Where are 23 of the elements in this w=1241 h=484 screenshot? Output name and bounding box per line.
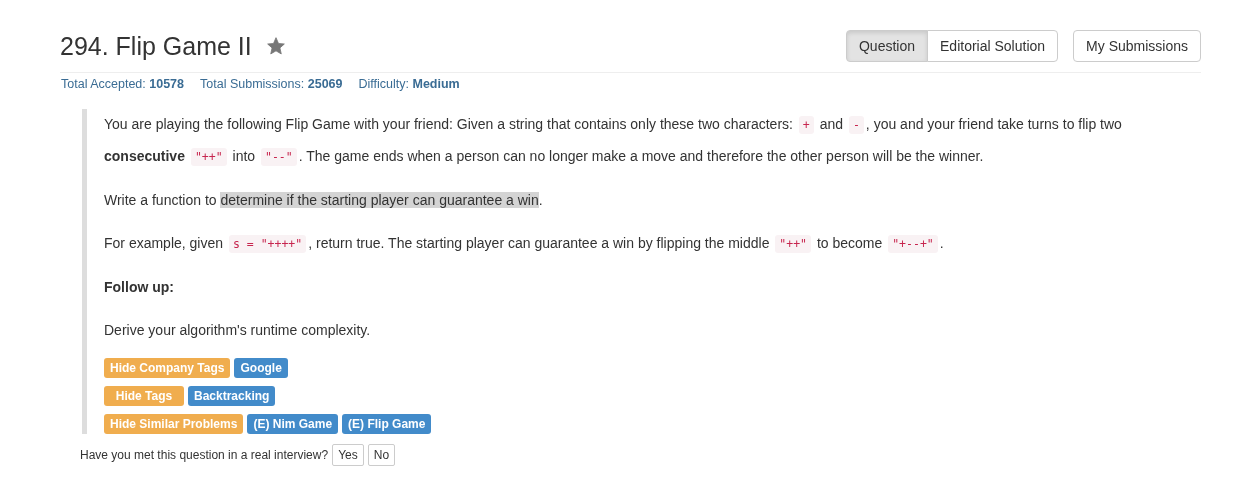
interview-question: Have you met this question in a real interview? (80, 448, 329, 462)
toggle-tags-button[interactable]: Hide Company Tags (104, 358, 231, 378)
toggle-tags-button[interactable]: Hide Similar Problems (104, 414, 244, 434)
stat-text: Total Submissions: 25069 (200, 77, 343, 91)
stat-text: Difficulty: Medium (358, 77, 460, 91)
answer-button[interactable]: No (367, 444, 396, 466)
description-paragraph: You are playing the following Flip Game with your friend: Given a string that contains only these two characters: + and - , you and your friend take turns to flip two consecutive "++" into "--" . The game ends when a person can no longer make a move and therefore the other person will be the winner. (104, 115, 1123, 168)
problem-title: 294. Flip Game II (60, 31, 252, 61)
star-icon[interactable] (265, 36, 286, 56)
tag-link[interactable]: Google (234, 358, 288, 378)
description-paragraph: Derive your algorithm's runtime complexity. (104, 321, 372, 340)
view-tab[interactable]: Editorial Solution (927, 30, 1059, 62)
tag-link[interactable]: (E) Flip Game (342, 414, 432, 434)
toggle-tags-button[interactable]: Hide Tags (104, 386, 184, 406)
answer-button[interactable]: Yes (332, 444, 364, 466)
description-paragraph: Write a function to determine if the starting player can guarantee a win. (104, 191, 544, 210)
tag-link[interactable]: (E) Nim Game (247, 414, 339, 434)
view-tab[interactable]: Question (845, 30, 928, 62)
description-paragraph: For example, given s = "++++" , return true. The starting player can guarantee a win by flipping the middle "++" to become "+--+" . (104, 234, 945, 255)
section-heading: Follow up: (104, 278, 175, 297)
tag-link[interactable]: Backtracking (188, 386, 276, 406)
my-submissions-button[interactable]: My Submissions (1073, 30, 1201, 62)
stat-text: Total Accepted: 10578 (61, 77, 185, 91)
